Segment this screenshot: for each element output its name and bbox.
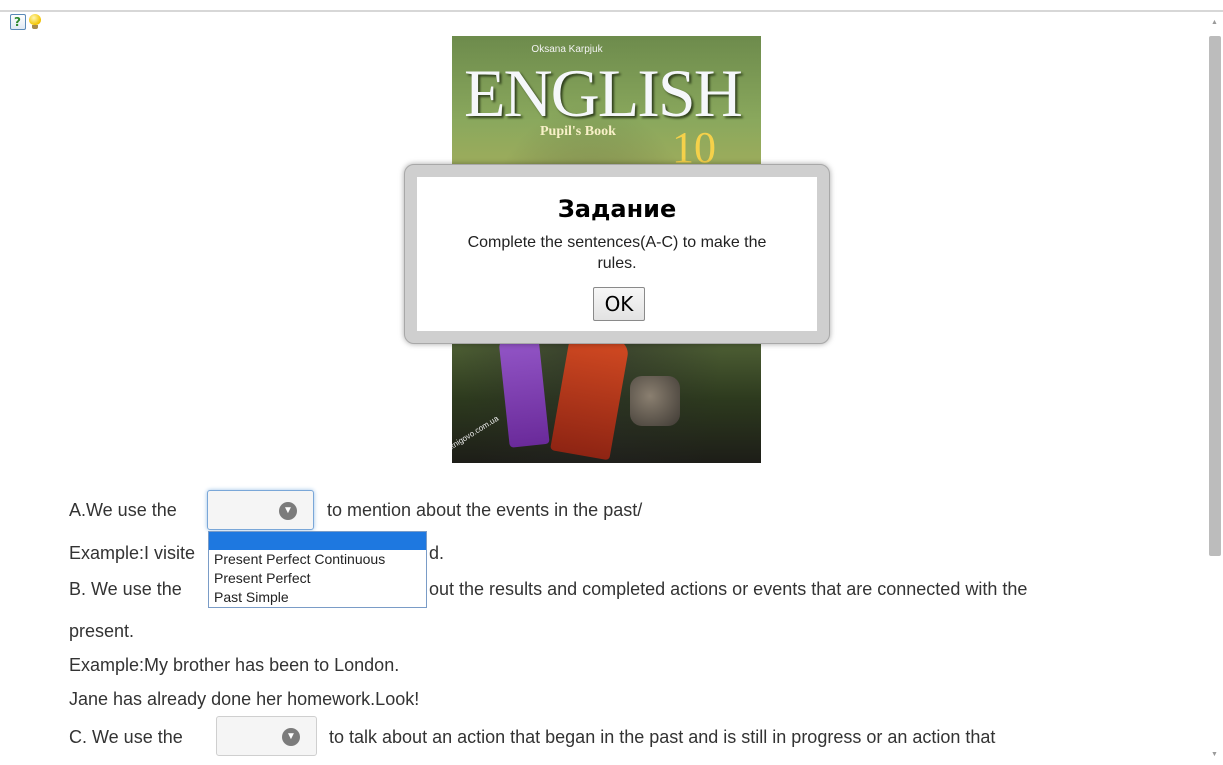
cover-figure-purple — [498, 334, 550, 448]
task-dialog-body: Задание Complete the sentences(A-C) to m… — [417, 177, 817, 331]
example-a-end: d. — [429, 543, 445, 563]
sentence-a-select[interactable]: ▼ — [207, 490, 314, 530]
task-dialog: Задание Complete the sentences(A-C) to m… — [404, 164, 830, 344]
example-b: Example:My brother has been to London. — [69, 655, 400, 675]
example-b-2: Jane has already done her homework.Look! — [69, 689, 420, 709]
scroll-down-arrow-icon[interactable]: ▼ — [1206, 746, 1223, 763]
cover-bag — [630, 376, 680, 426]
cover-watermark: knigovo.com.ua — [452, 413, 501, 452]
dropdown-options-list[interactable]: Present Perfect Continuous Present Perfe… — [208, 531, 427, 608]
cover-figure-red — [550, 331, 630, 461]
dialog-title: Задание — [557, 195, 677, 223]
scroll-up-arrow-icon[interactable]: ▲ — [1206, 14, 1223, 31]
sentence-c-suffix: to talk about an action that began in th… — [329, 727, 996, 747]
chevron-down-icon: ▼ — [282, 728, 300, 746]
dropdown-option-present-perfect[interactable]: Present Perfect — [209, 569, 426, 588]
dialog-message: Complete the sentences(A-C) to make the … — [467, 234, 767, 272]
sentence-b-cont: present. — [69, 621, 135, 641]
sentence-a-suffix: to mention about the events in the past/ — [327, 500, 643, 520]
lightbulb-icon[interactable] — [29, 14, 41, 30]
toolbar: ? — [10, 13, 41, 31]
dropdown-option-present-perfect-continuous[interactable]: Present Perfect Continuous — [209, 550, 426, 569]
top-border — [0, 10, 1223, 12]
sentence-b-prefix: B. We use the — [69, 579, 182, 599]
help-question-icon[interactable]: ? — [10, 14, 26, 30]
sentence-c-prefix: C. We use the — [69, 727, 183, 747]
vertical-scrollbar[interactable]: ▲ ▼ — [1206, 14, 1223, 765]
chevron-down-icon: ▼ — [279, 502, 297, 520]
scroll-thumb[interactable] — [1209, 36, 1221, 556]
dropdown-option-blank[interactable] — [209, 532, 426, 550]
ok-button[interactable]: OK — [593, 287, 645, 321]
example-a-start: Example:I visite — [69, 543, 196, 563]
sentence-c-select[interactable]: ▼ — [216, 716, 317, 756]
sentence-b-suffix: out the results and completed actions or… — [429, 579, 1028, 599]
cover-subtitle: Pupil's Book — [540, 124, 616, 139]
sentence-a-prefix: A.We use the — [69, 500, 177, 520]
dropdown-option-past-simple[interactable]: Past Simple — [209, 588, 426, 607]
